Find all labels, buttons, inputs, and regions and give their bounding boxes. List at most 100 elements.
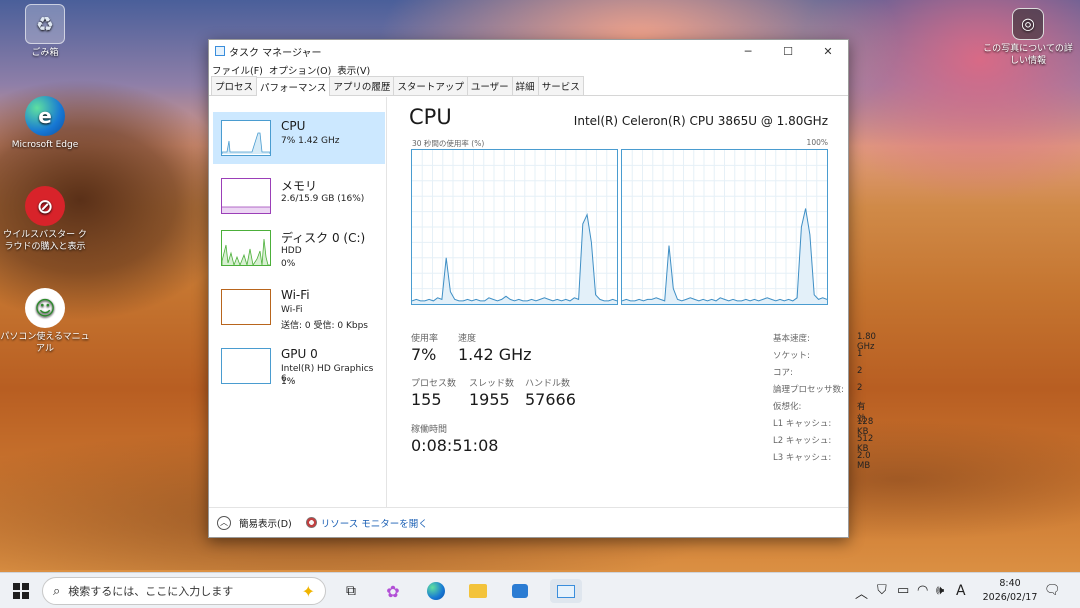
footer-bar: ︿ 簡易表示(D) リソース モニターを開く	[209, 507, 848, 537]
sidebar-gpu-title: GPU 0	[281, 347, 318, 361]
ime-mode-indicator[interactable]: A	[956, 583, 966, 599]
battery-icon[interactable]: ▭	[897, 583, 909, 598]
sidebar-memory-value: 2.6/15.9 GB (16%)	[281, 194, 365, 204]
sidebar-disk-title: ディスク 0 (C:)	[281, 231, 366, 245]
sidebar-disk-value: 0%	[281, 259, 296, 269]
desktop-icon-manual[interactable]: ☺ パソコン使えるマニュアル	[0, 288, 90, 355]
sidebar-item-wifi[interactable]: Wi-Fi Wi-Fi 送信: 0 受信: 0 Kbps	[213, 281, 385, 333]
resource-monitor-icon	[305, 517, 317, 528]
desktop-icon-recycle-bin[interactable]: ♻ ごみ箱	[0, 4, 90, 59]
volume-icon[interactable]: 🕪	[936, 583, 944, 598]
spec-value: 2	[857, 383, 863, 393]
spec-value: 1	[857, 349, 863, 359]
spec-value: 2	[857, 366, 863, 376]
tab-services[interactable]: サービス	[537, 76, 584, 95]
tab-users[interactable]: ユーザー	[466, 76, 513, 95]
disk-mini-graph	[221, 230, 271, 267]
resource-sidebar: CPU 7% 1.42 GHz メモリ 2.6/15.9 GB (16%) ディ…	[209, 97, 387, 507]
chevron-up-icon[interactable]: ︿	[855, 583, 868, 602]
spec-label: L1 キャッシュ:	[773, 419, 832, 429]
menu-view[interactable]: 表示(V)	[337, 63, 370, 77]
cpu-core-graph-1	[621, 149, 828, 305]
cpu-core-graph-1-svg	[621, 150, 828, 304]
close-button[interactable]: ✕	[808, 40, 848, 62]
tab-app-history[interactable]: アプリの履歴	[329, 76, 395, 95]
title-bar[interactable]: タスク マネージャー ─ ☐ ✕	[209, 40, 848, 62]
taskbar: ⌕ 検索するには、ここに入力します ✦ ⧉ ✿ ︿ ⛉ ▭ ◠ 🕪 A 8:40…	[0, 572, 1080, 608]
threads-label: スレッド数	[469, 379, 515, 389]
menu-options[interactable]: オプション(O)	[269, 63, 331, 77]
graph-axis-label: 30 秒間の使用率 (%)	[412, 139, 485, 148]
tab-bar: プロセス パフォーマンス アプリの履歴 スタートアップ ユーザー 詳細 サービス	[209, 76, 848, 96]
sidebar-memory-title: メモリ	[281, 179, 318, 193]
desktop-icon-photo-info[interactable]: ◎ この写真についての詳しい情報	[983, 8, 1073, 67]
task-manager-icon	[215, 46, 225, 56]
recycle-bin-icon: ♻	[25, 4, 65, 44]
sidebar-cpu-value: 7% 1.42 GHz	[281, 136, 340, 146]
cpu-core-graph-0	[411, 149, 618, 305]
spec-label: コア:	[773, 368, 793, 378]
edge-icon: e	[25, 96, 65, 136]
manual-mascot-icon: ☺	[25, 288, 65, 328]
edge-taskbar-icon[interactable]	[424, 579, 448, 603]
sidebar-wifi-adapter: Wi-Fi	[281, 305, 303, 315]
desktop-icon-edge[interactable]: e Microsoft Edge	[0, 96, 90, 151]
notification-icon[interactable]: 🗨	[1044, 583, 1061, 598]
sidebar-item-gpu[interactable]: GPU 0 Intel(R) HD Graphics 6... 1%	[213, 340, 385, 392]
start-button[interactable]	[9, 579, 33, 603]
memory-mini-graph	[221, 178, 271, 214]
graph-max-label: 100%	[806, 138, 828, 147]
sidebar-item-memory[interactable]: メモリ 2.6/15.9 GB (16%)	[213, 170, 385, 222]
threads-value: 1955	[469, 390, 510, 409]
sidebar-disk-type: HDD	[281, 246, 302, 256]
taskbar-search-box[interactable]: ⌕ 検索するには、ここに入力します ✦	[42, 577, 326, 605]
security-icon[interactable]: ⛉	[877, 583, 887, 598]
cpu-model-name: Intel(R) Celeron(R) CPU 3865U @ 1.80GHz	[573, 114, 828, 128]
tab-startup[interactable]: スタートアップ	[393, 76, 468, 95]
desktop-icon-label: ごみ箱	[31, 48, 59, 58]
open-resource-monitor-link[interactable]: リソース モニターを開く	[321, 516, 428, 530]
speed-label: 速度	[458, 334, 477, 344]
cpu-detail-panel: CPU Intel(R) Celeron(R) CPU 3865U @ 1.80…	[399, 97, 876, 507]
clock[interactable]: 8:40 2026/02/17	[980, 577, 1040, 605]
file-explorer-icon[interactable]	[466, 579, 490, 603]
virus-buster-icon: ⊘	[25, 186, 65, 226]
minimize-button[interactable]: ─	[728, 40, 768, 62]
tab-processes[interactable]: プロセス	[211, 76, 258, 95]
cpu-core-graph-0-svg	[411, 150, 618, 304]
menu-file[interactable]: ファイル(F)	[212, 63, 263, 77]
uptime-label: 稼働時間	[411, 425, 448, 435]
desktop-icon-label: Microsoft Edge	[11, 140, 79, 150]
store-icon[interactable]	[508, 579, 532, 603]
usage-label: 使用率	[411, 334, 439, 344]
windows-logo-icon	[13, 583, 29, 599]
tab-performance[interactable]: パフォーマンス	[256, 77, 331, 96]
tab-details[interactable]: 詳細	[511, 76, 539, 95]
copilot-icon[interactable]: ✿	[381, 579, 405, 603]
task-view-icon[interactable]: ⧉	[339, 579, 363, 603]
fewer-details-button[interactable]: 簡易表示(D)	[239, 516, 292, 530]
task-manager-taskbar-icon[interactable]	[550, 579, 582, 603]
clock-date: 2026/02/17	[982, 592, 1038, 603]
sidebar-item-cpu[interactable]: CPU 7% 1.42 GHz	[213, 112, 385, 164]
chevron-up-icon[interactable]: ︿	[217, 515, 231, 530]
processes-value: 155	[411, 390, 442, 409]
wifi-icon[interactable]: ◠	[917, 583, 928, 598]
spec-label: 仮想化:	[773, 402, 802, 412]
sidebar-wifi-title: Wi-Fi	[281, 288, 310, 302]
processes-label: プロセス数	[411, 379, 457, 389]
handles-value: 57666	[525, 390, 576, 409]
usage-value: 7%	[411, 345, 437, 364]
search-highlight-icon: ✦	[301, 581, 315, 601]
search-placeholder: 検索するには、ここに入力します	[68, 585, 234, 598]
spec-label: L2 キャッシュ:	[773, 436, 832, 446]
page-title: CPU	[409, 105, 452, 129]
sidebar-cpu-title: CPU	[281, 119, 306, 133]
desktop-icon-label: パソコン使えるマニュアル	[0, 332, 90, 354]
desktop-icon-virus-buster[interactable]: ⊘ ウイルスバスター クラウドの購入と表示	[0, 186, 90, 253]
wifi-mini-graph	[221, 289, 271, 325]
task-manager-window: タスク マネージャー ─ ☐ ✕ ファイル(F) オプション(O) 表示(V) …	[208, 39, 876, 538]
maximize-button[interactable]: ☐	[768, 40, 808, 62]
sidebar-item-disk[interactable]: ディスク 0 (C:) HDD 0%	[213, 222, 385, 274]
spec-value: 2.0 MB	[857, 451, 871, 471]
